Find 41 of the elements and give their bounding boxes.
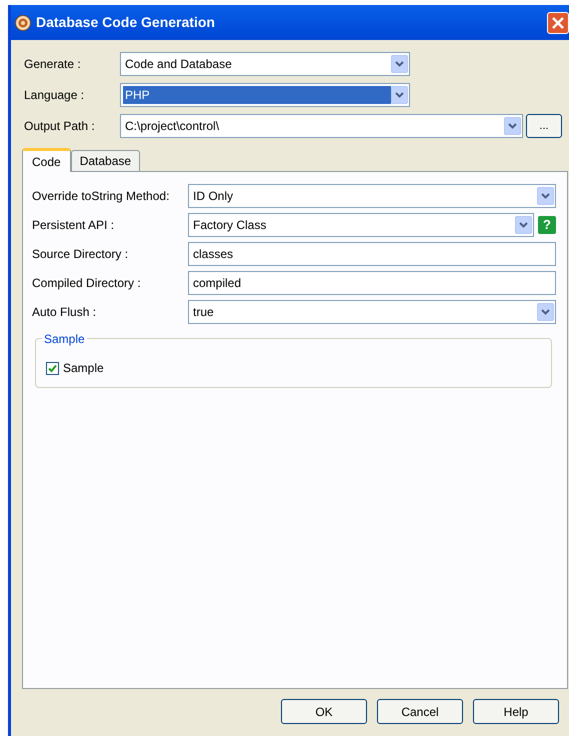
chevron-down-icon (395, 61, 404, 67)
chevron-down-icon (395, 92, 404, 98)
field-label: Source Directory : (32, 246, 130, 263)
dropdown-field[interactable]: true (188, 300, 556, 324)
dropdown-arrow-button[interactable] (391, 86, 408, 104)
field-label: Output Path : (24, 118, 96, 135)
dialog-button[interactable]: OK (281, 699, 367, 724)
dropdown-field[interactable]: C:\project\control\ (120, 114, 523, 138)
tab[interactable]: Database (70, 150, 140, 171)
dropdown-field[interactable]: PHP (120, 83, 410, 107)
dropdown-arrow-button[interactable] (391, 55, 408, 73)
close-icon (552, 16, 564, 28)
chevron-down-icon (541, 193, 550, 199)
dialog-button[interactable]: Help (473, 699, 559, 724)
text-field[interactable]: compiled (188, 271, 556, 295)
app-icon (15, 14, 31, 30)
help-button[interactable]: ? (538, 216, 556, 234)
field-label: Persistent API : (32, 217, 116, 234)
checkbox-label: Sample (63, 360, 104, 377)
chevron-down-icon (508, 123, 517, 129)
chevron-down-icon (519, 222, 528, 228)
dropdown-arrow-button[interactable] (504, 117, 521, 135)
field-label: Compiled Directory : (32, 275, 142, 292)
dropdown-field[interactable]: Code and Database (120, 52, 410, 76)
browse-button[interactable]: ... (526, 114, 562, 138)
window-title: Database Code Generation (36, 13, 215, 32)
dropdown-arrow-button[interactable] (537, 187, 554, 205)
field-label: Auto Flush : (32, 304, 98, 321)
text-field[interactable]: classes (188, 242, 556, 266)
dropdown-field[interactable]: ID Only (188, 184, 556, 208)
field-label: Language : (24, 87, 86, 104)
dropdown-field[interactable]: Factory Class (188, 213, 534, 237)
dropdown-arrow-button[interactable] (537, 303, 554, 321)
dialog-button[interactable]: Cancel (377, 699, 463, 724)
field-label: Override toString Method: (32, 188, 170, 205)
tab[interactable]: Code (22, 148, 71, 172)
checkbox[interactable] (46, 362, 59, 374)
field-label: Generate : (24, 56, 82, 73)
close-button[interactable] (547, 12, 569, 34)
chevron-down-icon (541, 309, 550, 315)
dropdown-arrow-button[interactable] (515, 216, 532, 234)
